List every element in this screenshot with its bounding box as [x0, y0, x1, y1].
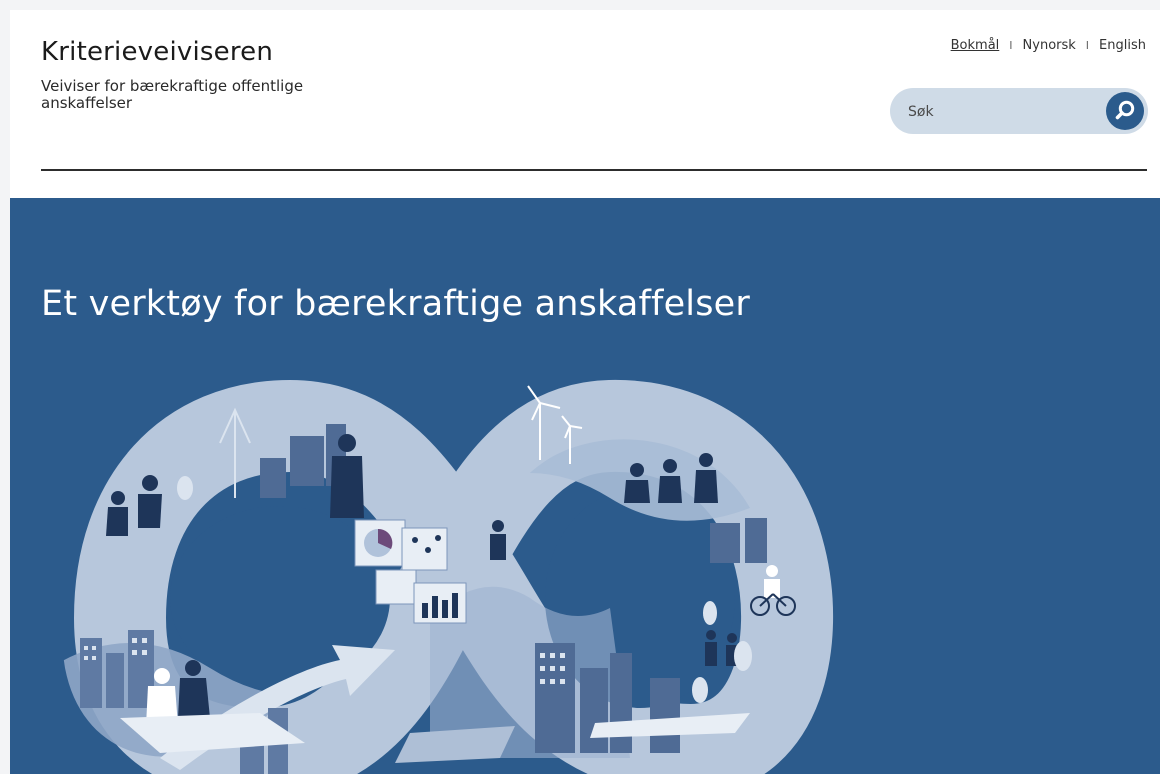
language-separator: I [1085, 39, 1090, 52]
site-subtitle: Veiviser for bærekraftige offentlige ans… [41, 77, 304, 112]
language-bokmal-link[interactable]: Bokmål [951, 38, 1000, 53]
language-separator: I [1009, 39, 1013, 52]
hero-banner: Et verktøy for bærekraftige anskaffelser [10, 198, 1160, 774]
search-bar [890, 88, 1148, 134]
site-header: Kriterieveiviseren Veiviser for bærekraf… [10, 10, 1160, 198]
search-input[interactable] [906, 99, 1110, 125]
language-switcher: Bokmål I Nynorsk I English [951, 38, 1146, 53]
infinity-illustration [62, 379, 834, 774]
header-divider [41, 169, 1147, 171]
language-english-link[interactable]: English [1099, 38, 1146, 53]
page: Kriterieveiviseren Veiviser for bærekraf… [10, 10, 1160, 774]
language-nynorsk-link[interactable]: Nynorsk [1023, 38, 1076, 53]
search-icon [1115, 100, 1135, 120]
site-title-link[interactable]: Kriterieveiviseren [41, 37, 273, 67]
search-button[interactable] [1106, 92, 1144, 130]
